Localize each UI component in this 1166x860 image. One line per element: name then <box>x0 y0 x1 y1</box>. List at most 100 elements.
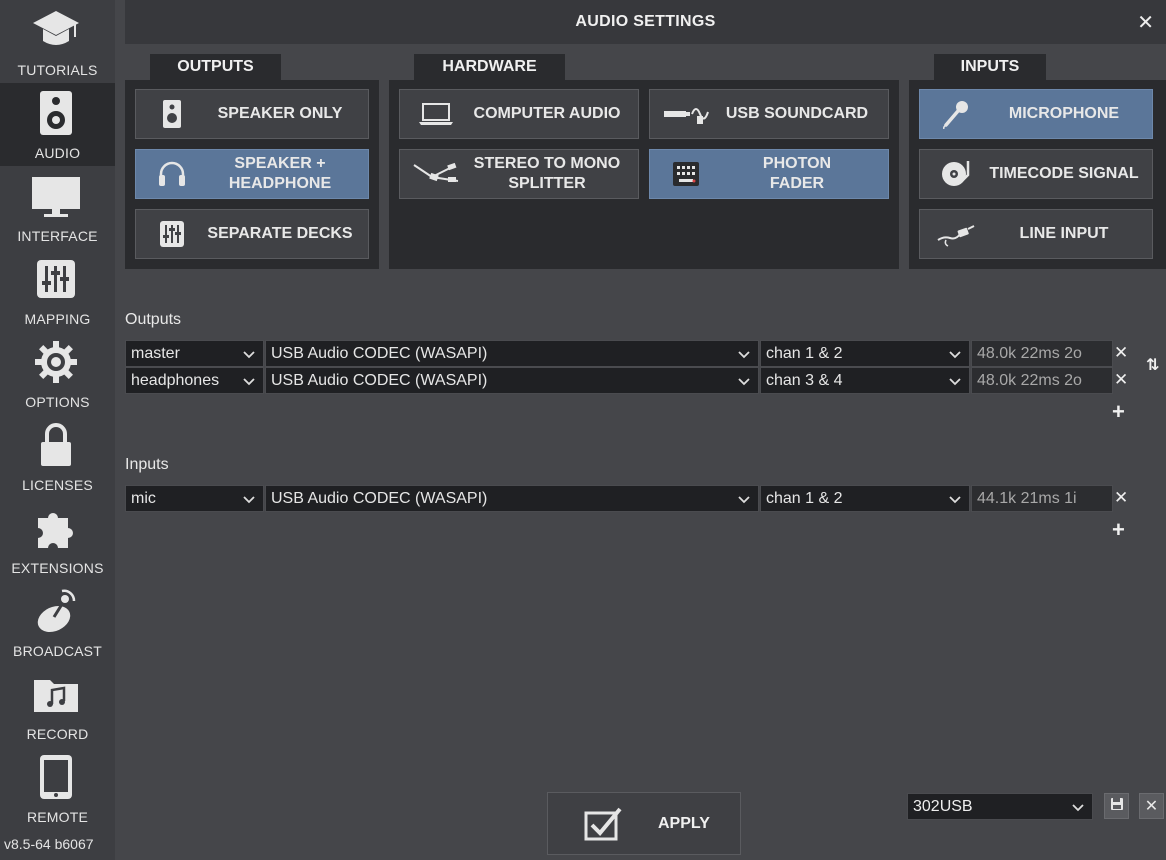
mixer-icon <box>146 219 198 249</box>
photon-fader-button[interactable]: PHOTON FADER <box>649 149 889 199</box>
laptop-icon <box>410 99 462 129</box>
chevron-down-icon <box>243 369 255 394</box>
chevron-down-icon <box>243 342 255 367</box>
usb-soundcard-button[interactable]: USB SOUNDCARD <box>649 89 889 139</box>
swap-icon: ⇅ <box>1146 357 1160 374</box>
sidebar-item-licenses[interactable]: LICENSES <box>0 415 115 498</box>
sidebar-item-tutorials[interactable]: TUTORIALS <box>0 0 115 83</box>
save-preset-button[interactable] <box>1104 793 1129 819</box>
sidebar: TUTORIALS AUDIO INTERFACE MAPPING OPTION… <box>0 0 115 860</box>
sidebar-item-remote[interactable]: REMOTE <box>0 747 115 830</box>
sidebar-item-label: REMOTE <box>26 809 89 825</box>
select-value: USB Audio CODEC (WASAPI) <box>271 372 488 389</box>
sliders-icon <box>30 255 82 303</box>
chevron-down-icon <box>738 369 750 394</box>
page-title: AUDIO SETTINGS <box>575 13 716 30</box>
close-button[interactable]: ✕ <box>1137 10 1154 35</box>
puzzle-icon <box>30 504 82 552</box>
microphone-button[interactable]: MICROPHONE <box>919 89 1153 139</box>
sidebar-item-label: LICENSES <box>22 477 93 493</box>
select-value: headphones <box>131 372 220 389</box>
outputs-section-label: Outputs <box>125 311 182 328</box>
sidebar-item-interface[interactable]: INTERFACE <box>0 166 115 249</box>
inputs-panel: MICROPHONE TIMECODE SIGNAL LINE INPUT <box>909 80 1166 269</box>
output-info: 48.0k 22ms 2o <box>971 340 1113 367</box>
separate-decks-button[interactable]: SEPARATE DECKS <box>135 209 369 259</box>
sidebar-item-label: TUTORIALS <box>17 62 98 78</box>
splitter-cable-icon <box>410 159 462 189</box>
headphone-icon <box>146 159 198 189</box>
tab-hardware: HARDWARE <box>414 54 565 80</box>
select-value: USB Audio CODEC (WASAPI) <box>271 490 488 507</box>
sidebar-item-label: INTERFACE <box>17 228 98 244</box>
stereo-mono-splitter-button[interactable]: STEREO TO MONO SPLITTER <box>399 149 639 199</box>
sidebar-item-record[interactable]: RECORD <box>0 664 115 747</box>
button-label: MICROPHONE <box>1008 105 1120 122</box>
speaker-headphone-button[interactable]: SPEAKER + HEADPHONE <box>135 149 369 199</box>
chevron-down-icon <box>949 342 961 367</box>
output-info: 48.0k 22ms 2o <box>971 367 1113 394</box>
chevron-down-icon <box>949 487 961 512</box>
line-input-button[interactable]: LINE INPUT <box>919 209 1153 259</box>
jack-cable-icon <box>930 219 982 249</box>
chevron-down-icon <box>738 342 750 367</box>
speaker-icon <box>30 89 82 137</box>
sidebar-item-label: AUDIO <box>34 145 81 161</box>
sidebar-item-options[interactable]: OPTIONS <box>0 332 115 415</box>
sidebar-item-extensions[interactable]: EXTENSIONS <box>0 498 115 581</box>
button-label: STEREO TO MONO SPLITTER <box>473 155 621 192</box>
button-label: COMPUTER AUDIO <box>473 105 621 122</box>
chevron-down-icon <box>949 369 961 394</box>
title-bar: AUDIO SETTINGS ✕ <box>125 0 1166 44</box>
sidebar-item-label: EXTENSIONS <box>11 560 104 576</box>
button-label: SPEAKER ONLY <box>217 105 343 122</box>
sidebar-item-mapping[interactable]: MAPPING <box>0 249 115 332</box>
timecode-signal-button[interactable]: TIMECODE SIGNAL <box>919 149 1153 199</box>
speaker-icon <box>146 99 198 129</box>
delete-preset-button[interactable]: ✕ <box>1139 793 1164 819</box>
output-channel-select[interactable]: chan 1 & 2 <box>760 340 970 367</box>
remove-output-button[interactable]: ✕ <box>1114 370 1128 390</box>
apply-button[interactable]: APPLY <box>547 792 741 855</box>
input-device-select[interactable]: USB Audio CODEC (WASAPI) <box>265 485 759 512</box>
sidebar-item-audio[interactable]: AUDIO <box>0 83 115 166</box>
sidebar-item-label: OPTIONS <box>25 394 90 410</box>
chevron-down-icon <box>738 487 750 512</box>
usb-cable-icon <box>660 99 712 129</box>
select-value: mic <box>131 490 156 507</box>
output-device-select[interactable]: USB Audio CODEC (WASAPI) <box>265 367 759 394</box>
floppy-disk-icon <box>1110 797 1124 816</box>
select-value: chan 3 & 4 <box>766 372 843 389</box>
sidebar-item-label: RECORD <box>26 726 89 742</box>
output-name-select[interactable]: headphones <box>125 367 264 394</box>
music-folder-icon <box>30 670 82 718</box>
checkbox-icon <box>584 807 624 846</box>
remove-input-button[interactable]: ✕ <box>1114 488 1128 508</box>
graduation-cap-icon <box>30 6 82 54</box>
speaker-only-button[interactable]: SPEAKER ONLY <box>135 89 369 139</box>
select-value: master <box>131 345 180 362</box>
input-channel-select[interactable]: chan 1 & 2 <box>760 485 970 512</box>
output-device-select[interactable]: USB Audio CODEC (WASAPI) <box>265 340 759 367</box>
satellite-dish-icon <box>30 587 82 635</box>
select-value: chan 1 & 2 <box>766 345 843 362</box>
button-label: USB SOUNDCARD <box>725 105 869 122</box>
tablet-icon <box>30 753 82 801</box>
preset-select[interactable]: 302USB <box>907 793 1093 820</box>
swap-outputs-button[interactable]: ⇅ <box>1146 355 1159 375</box>
output-channel-select[interactable]: chan 3 & 4 <box>760 367 970 394</box>
apply-label: APPLY <box>658 815 710 832</box>
input-name-select[interactable]: mic <box>125 485 264 512</box>
button-label: SPEAKER + HEADPHONE <box>228 155 332 192</box>
remove-output-button[interactable]: ✕ <box>1114 343 1128 363</box>
output-name-select[interactable]: master <box>125 340 264 367</box>
chevron-down-icon <box>243 487 255 512</box>
input-info: 44.1k 21ms 1i <box>971 485 1113 512</box>
computer-audio-button[interactable]: COMPUTER AUDIO <box>399 89 639 139</box>
add-output-button[interactable]: + <box>1112 399 1125 425</box>
tab-outputs: OUTPUTS <box>150 54 281 80</box>
button-label: PHOTON FADER <box>762 155 832 192</box>
add-input-button[interactable]: + <box>1112 517 1125 543</box>
select-value: 302USB <box>913 798 973 815</box>
sidebar-item-broadcast[interactable]: BROADCAST <box>0 581 115 664</box>
